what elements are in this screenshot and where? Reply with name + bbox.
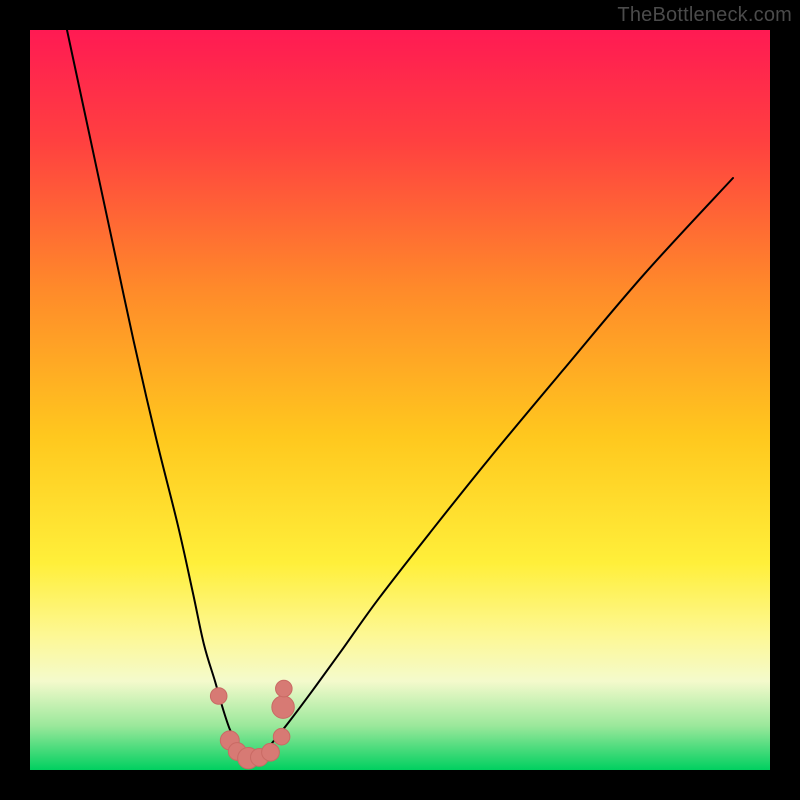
data-marker: [210, 688, 227, 705]
data-marker: [273, 728, 290, 745]
watermark-text: TheBottleneck.com: [617, 4, 792, 27]
plot-area: [30, 30, 770, 770]
chart-frame: TheBottleneck.com: [0, 0, 800, 800]
chart-svg: [30, 30, 770, 770]
data-marker: [262, 743, 280, 761]
data-marker: [276, 680, 293, 697]
gradient-background: [30, 30, 770, 770]
data-marker: [272, 696, 295, 719]
